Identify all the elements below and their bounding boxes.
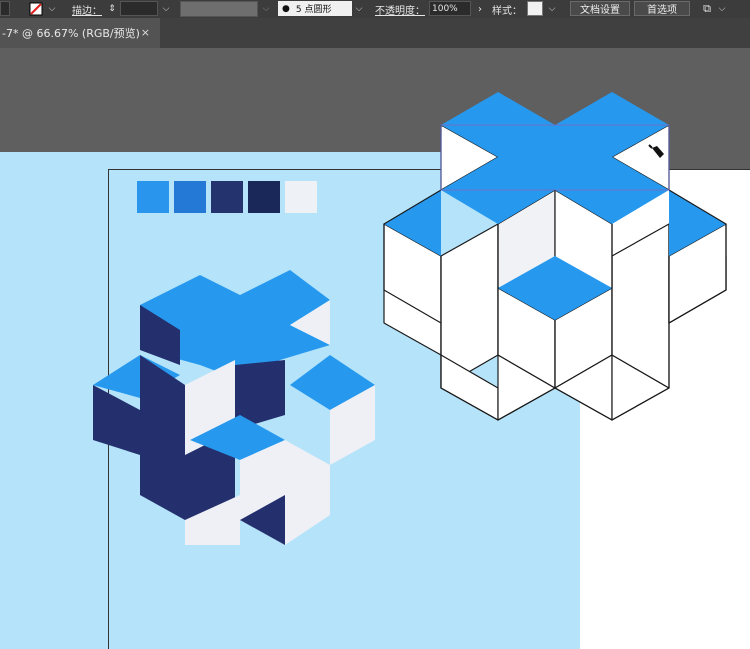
working-cube-cross[interactable]	[383, 92, 727, 421]
artwork-layer	[93, 92, 727, 545]
reference-cube-cross[interactable]	[93, 270, 375, 545]
